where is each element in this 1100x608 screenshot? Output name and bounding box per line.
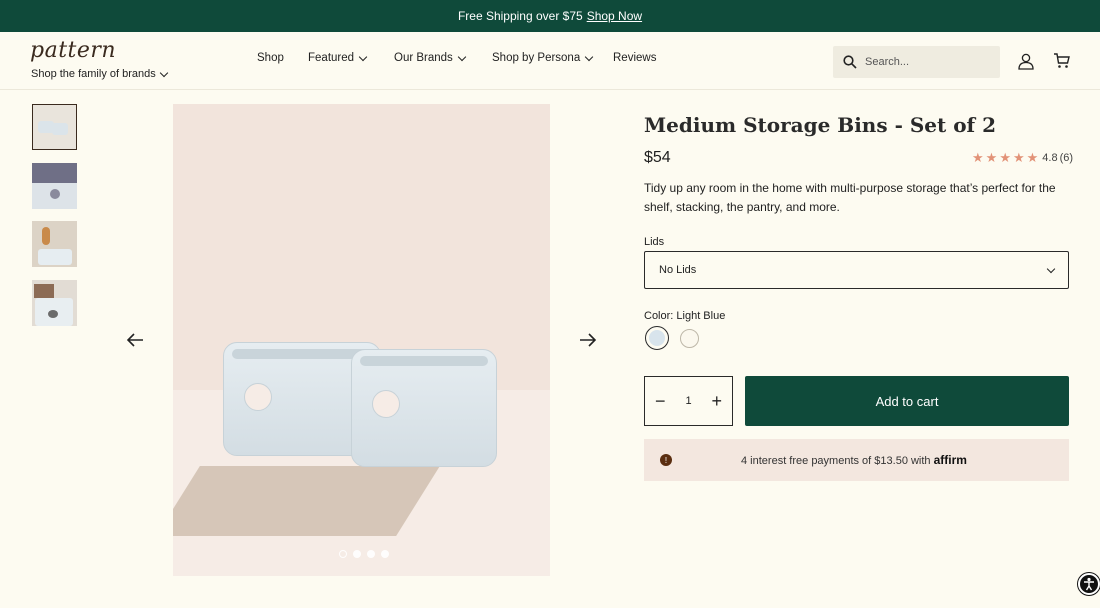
carousel-dots	[339, 550, 389, 558]
nav-our-brands[interactable]: Our Brands	[394, 52, 492, 64]
star-icon: ★	[972, 150, 984, 165]
previous-image-arrow-icon[interactable]	[126, 332, 144, 348]
lids-select[interactable]: No Lids	[644, 251, 1069, 289]
review-count: (6)	[1059, 152, 1074, 164]
quantity-stepper: − 1 +	[644, 376, 733, 426]
nav-shop[interactable]: Shop	[257, 52, 308, 64]
carousel-dot[interactable]	[381, 550, 389, 558]
promo-bar: Free Shipping over $75 Shop Now	[0, 0, 1100, 32]
promo-text: Free Shipping over $75	[457, 9, 583, 23]
storage-bin-image	[351, 349, 497, 467]
star-icon: ★	[1012, 150, 1025, 165]
affirm-banner[interactable]: ! 4 interest free payments of $13.50 wit…	[644, 439, 1069, 481]
increase-quantity-button[interactable]: +	[711, 392, 722, 410]
lids-label: Lids	[644, 236, 665, 248]
nav-our-brands-label: Our Brands	[394, 52, 453, 64]
decrease-quantity-button[interactable]: −	[655, 392, 666, 410]
quantity-value[interactable]: 1	[685, 395, 691, 407]
account-icon[interactable]	[1017, 52, 1035, 70]
site-header: pattern Shop the family of brands Shop F…	[0, 32, 1100, 90]
cart-icon[interactable]	[1053, 52, 1071, 70]
lids-select-value: No Lids	[659, 264, 697, 276]
star-icon: ★	[999, 150, 1011, 165]
nav-featured[interactable]: Featured	[308, 52, 394, 64]
nav-shop-by-persona[interactable]: Shop by Persona	[492, 52, 613, 64]
swatch-cream[interactable]	[680, 329, 699, 348]
chevron-down-icon	[159, 68, 168, 77]
affirm-logo: affirm	[933, 453, 967, 467]
thumbnail-3[interactable]	[32, 221, 77, 267]
star-icon: ★	[985, 150, 998, 165]
nav-shop-by-persona-label: Shop by Persona	[492, 52, 581, 64]
carousel-dot[interactable]	[339, 550, 347, 558]
carousel-dot[interactable]	[367, 550, 375, 558]
shop-family-dropdown[interactable]: Shop the family of brands	[31, 68, 168, 80]
product-rating[interactable]: ★ ★ ★ ★ ★ 4.8 (6)	[972, 150, 1074, 165]
shop-now-link[interactable]: Shop Now	[587, 9, 642, 23]
affirm-payment-text: 4 interest free payments of $13.50 with	[741, 455, 931, 467]
search-icon	[843, 55, 857, 69]
search-input[interactable]: Search...	[833, 46, 1000, 78]
product-title: Medium Storage Bins - Set of 2	[644, 113, 997, 137]
swatch-light-blue[interactable]	[645, 326, 669, 350]
search-placeholder: Search...	[865, 56, 910, 68]
nav-reviews-label: Reviews	[613, 52, 657, 64]
info-icon[interactable]: !	[660, 454, 672, 466]
thumbnail-1[interactable]	[32, 104, 77, 150]
product-main-image	[173, 104, 550, 576]
chevron-down-icon	[584, 52, 594, 61]
carousel-dot[interactable]	[353, 550, 361, 558]
main-nav: Shop Featured Our Brands Shop by Persona…	[257, 52, 656, 64]
star-icon: ★	[1026, 150, 1039, 165]
chevron-down-icon	[358, 52, 368, 61]
next-image-arrow-icon[interactable]	[579, 332, 597, 348]
thumbnail-2[interactable]	[32, 163, 77, 209]
nav-shop-label: Shop	[257, 52, 284, 64]
product-price: $54	[644, 149, 671, 166]
product-description: Tidy up any room in the home with multi-…	[644, 181, 1056, 214]
shop-family-label: Shop the family of brands	[31, 68, 156, 80]
add-to-cart-button[interactable]: Add to cart	[745, 376, 1069, 426]
nav-reviews[interactable]: Reviews	[613, 52, 656, 64]
accessibility-icon[interactable]	[1078, 573, 1100, 595]
rating-value: 4.8	[1042, 152, 1058, 164]
thumbnail-4[interactable]	[32, 280, 77, 326]
nav-featured-label: Featured	[308, 52, 355, 64]
pattern-logo[interactable]: pattern	[30, 38, 116, 63]
chevron-down-icon	[457, 52, 467, 61]
color-label: Color: Light Blue	[644, 310, 726, 322]
chevron-down-icon	[1046, 264, 1056, 273]
